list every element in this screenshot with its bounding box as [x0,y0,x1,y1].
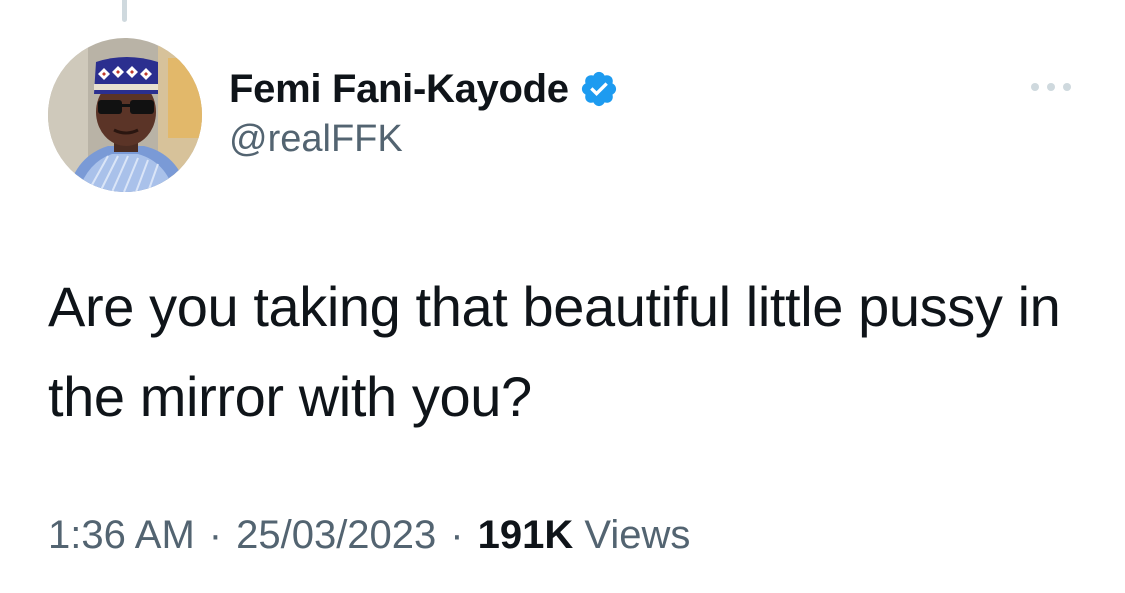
tweet-meta: 1:36 AM · 25/03/2023 · 191K Views [48,513,690,558]
verified-badge-icon[interactable] [579,69,619,109]
author-name-row: Femi Fani-Kayode [229,64,619,114]
avatar-photo-icon [48,38,202,192]
tweet-author: Femi Fani-Kayode @realFFK [229,64,619,161]
tweet-date[interactable]: 25/03/2023 [236,513,436,557]
more-options-icon[interactable] [1026,74,1076,100]
author-display-name[interactable]: Femi Fani-Kayode [229,67,569,112]
tweet-time[interactable]: 1:36 AM [48,513,195,557]
tweet-text: Are you taking that beautiful little pus… [48,275,1061,428]
meta-separator: · [208,513,223,557]
views-count[interactable]: 191K [478,513,574,557]
meta-separator: · [450,513,464,557]
avatar[interactable] [48,38,202,192]
author-handle[interactable]: @realFFK [229,118,619,161]
views-label: Views [584,513,691,557]
thread-connector-line [122,0,127,22]
